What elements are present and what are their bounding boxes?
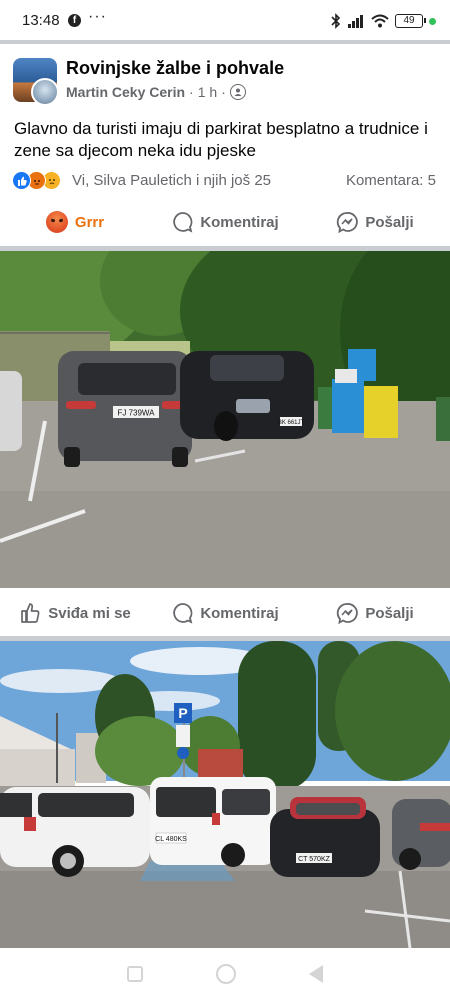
- comment-label: Komentiraj: [200, 213, 279, 231]
- author-avatar[interactable]: [31, 78, 59, 106]
- reaction-names[interactable]: Vi, Silva Pauletich i njih još 25: [72, 172, 271, 189]
- home-icon[interactable]: [215, 964, 236, 984]
- reactions-summary[interactable]: Vi, Silva Pauletich i njih još 25 Koment…: [0, 168, 450, 194]
- post-text: Glavno da turisti imaju di parkirat besp…: [14, 119, 428, 160]
- messenger-icon: [337, 603, 359, 624]
- bluetooth-icon: [331, 13, 341, 29]
- wifi-icon: [371, 14, 389, 28]
- like-label: Sviđa mi se: [48, 604, 131, 622]
- comment-icon: [173, 603, 193, 624]
- plate-grey-car: FJ 739WA: [117, 409, 155, 418]
- send-label: Pošalji: [365, 604, 414, 622]
- angry-emoji-icon: [45, 211, 68, 233]
- comment-button[interactable]: Komentiraj: [150, 199, 300, 245]
- comment-label: Komentiraj: [200, 604, 279, 622]
- recent-apps-icon[interactable]: [126, 966, 143, 982]
- like-reaction-icon: [12, 171, 31, 190]
- post-photo-1[interactable]: FJ 739WA BK 661JT: [0, 251, 450, 588]
- plate-cabrio: CT 570KZ: [298, 856, 330, 863]
- status-time: 13:48: [22, 12, 60, 29]
- comment-icon: [173, 212, 193, 233]
- plate-black-car: BK 661JT: [278, 420, 305, 426]
- messenger-icon: [337, 212, 359, 233]
- photo-action-bar: Sviđa mi se Komentiraj Pošalji: [0, 590, 450, 636]
- active-dot: [429, 17, 436, 25]
- battery-icon: 49: [395, 14, 426, 28]
- send-button[interactable]: Pošalji: [300, 590, 450, 636]
- status-bar: 13:48 f ··· 49: [0, 0, 450, 40]
- back-icon[interactable]: [309, 965, 324, 983]
- post-action-bar: Grrr Komentiraj Pošalji: [0, 199, 450, 245]
- signal-icon: [348, 15, 363, 28]
- system-nav-bar: [0, 948, 450, 1000]
- post-header: Rovinjske žalbe i pohvale Martin Ceky Ce…: [0, 44, 450, 116]
- meta-separator: ·: [221, 84, 226, 100]
- more-notifications-icon: ···: [88, 8, 107, 25]
- author-name[interactable]: Martin Ceky Cerin: [66, 84, 185, 100]
- send-button[interactable]: Pošalji: [300, 199, 450, 245]
- reaction-icons: [12, 171, 61, 190]
- status-right: 49: [331, 12, 436, 30]
- post-meta: Martin Ceky Cerin · 1 h ·: [66, 84, 246, 100]
- members-icon: [229, 84, 246, 100]
- meta-separator: ·: [189, 84, 194, 100]
- comment-count[interactable]: Komentara: 5: [346, 172, 436, 189]
- group-name[interactable]: Rovinjske žalbe i pohvale: [66, 58, 284, 79]
- post-time[interactable]: 1 h: [198, 84, 217, 100]
- facebook-icon: f: [68, 14, 81, 27]
- parking-sign-text: P: [178, 705, 187, 721]
- like-button[interactable]: Sviđa mi se: [0, 590, 150, 636]
- plate-van: CL 480KS: [155, 836, 187, 843]
- react-label: Grrr: [74, 213, 105, 231]
- comment-button[interactable]: Komentiraj: [150, 590, 300, 636]
- post-photo-2[interactable]: P CL 480KS CT 570KZ: [0, 641, 450, 948]
- like-icon: [21, 603, 40, 623]
- react-button[interactable]: Grrr: [0, 199, 150, 245]
- send-label: Pošalji: [365, 213, 414, 231]
